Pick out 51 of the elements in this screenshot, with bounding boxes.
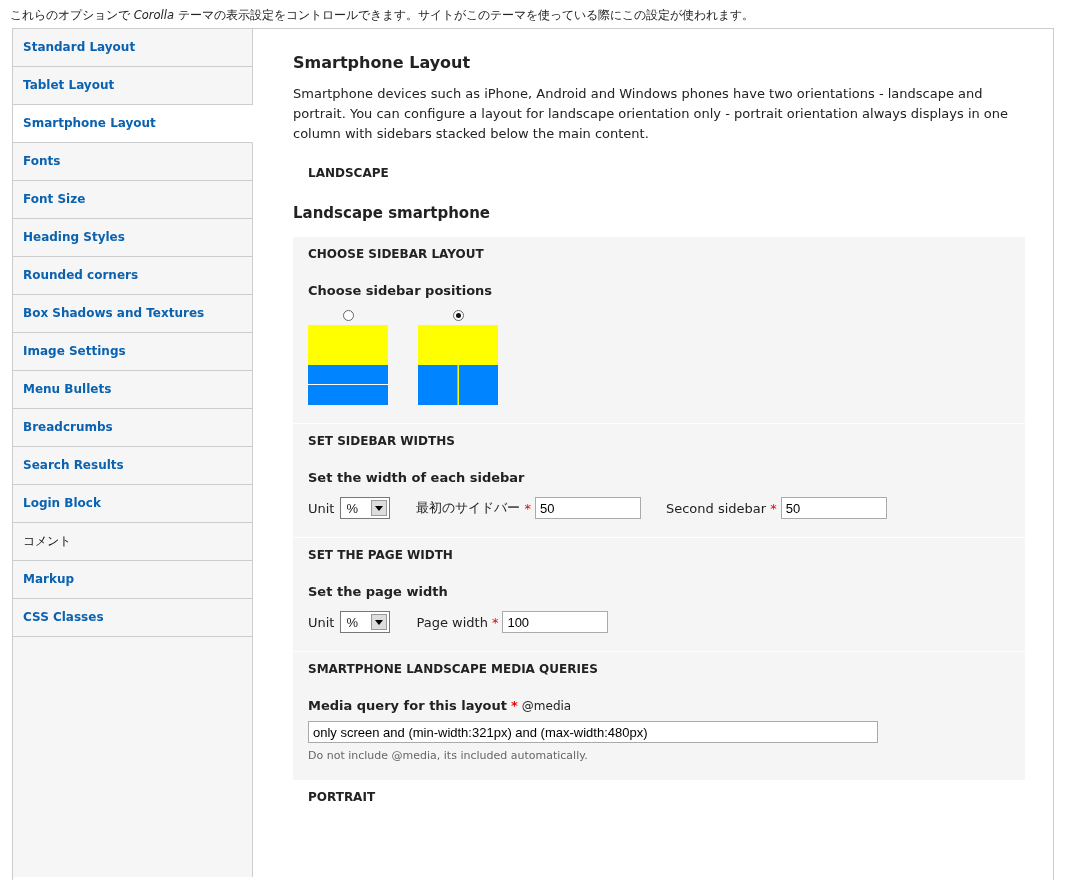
field-suffix: @media bbox=[521, 699, 572, 713]
required-mark: * bbox=[770, 500, 777, 516]
field-label: Media query for this layout bbox=[308, 698, 508, 713]
text-input[interactable]: 100 bbox=[502, 611, 609, 633]
field-label: Choose sidebar positions bbox=[308, 283, 494, 298]
section-heading: Landscape smartphone bbox=[293, 204, 491, 222]
section-legend: PORTRAIT bbox=[293, 790, 1025, 804]
fieldset-title: SET THE PAGE WIDTH bbox=[308, 548, 454, 562]
dropdown-arrow-icon bbox=[375, 505, 384, 511]
sidebar-tab[interactable]: Menu Bullets bbox=[13, 371, 253, 409]
required-mark: * bbox=[524, 500, 531, 516]
sidebar-tab[interactable]: Login Block bbox=[13, 485, 253, 523]
field-label: Second sidebar bbox=[665, 500, 767, 516]
text-input[interactable]: 50 bbox=[534, 497, 641, 519]
required-mark: * bbox=[491, 614, 499, 630]
sidebar-tab[interactable]: コメント bbox=[13, 523, 253, 561]
text-input[interactable]: 50 bbox=[780, 497, 887, 519]
intro-text: これらのオプションで Corolla テーマの表示設定をコントロールできます。サイトがこのテーマを使っている際にこの設定が使われます。 bbox=[9, 7, 755, 24]
help-text: Do not include @media, its included automatically. bbox=[308, 749, 589, 762]
field-label: Unit bbox=[308, 614, 335, 630]
sidebar-tab[interactable]: Tablet Layout bbox=[13, 67, 253, 105]
sidebar-tab[interactable]: Breadcrumbs bbox=[13, 409, 253, 447]
sidebar-tab[interactable]: Rounded corners bbox=[13, 257, 253, 295]
unit-select[interactable]: % bbox=[340, 497, 391, 519]
sidebar-tab[interactable]: Markup bbox=[13, 561, 253, 599]
page-title: Smartphone Layout bbox=[293, 53, 472, 72]
field-label: Page width bbox=[416, 614, 488, 630]
stacked-layout-drawing[interactable] bbox=[308, 325, 388, 405]
sidebar-tab[interactable]: Font Size bbox=[13, 181, 253, 219]
sidebar-tab[interactable]: Box Shadows and Textures bbox=[13, 295, 253, 333]
field-label: Set the page width bbox=[308, 584, 449, 599]
fieldset-title: SMARTPHONE LANDSCAPE MEDIA QUERIES bbox=[308, 662, 599, 676]
required-mark: * bbox=[511, 698, 518, 713]
radio-button[interactable] bbox=[342, 310, 354, 321]
sidebar-tab[interactable]: Heading Styles bbox=[13, 219, 253, 257]
dropdown-arrow-icon bbox=[375, 619, 384, 625]
radio-button[interactable] bbox=[452, 310, 464, 321]
fieldset-title: SET SIDEBAR WIDTHS bbox=[308, 434, 456, 448]
field-label: Unit bbox=[308, 500, 335, 516]
description-text: Smartphone devices such as iPhone, Android and Windows phones have two orientations - landscape and portrait. You can configure a layout for landscape orientation only - portrait orientation always displays in one column with sidebars stacked below the main content. bbox=[293, 85, 1010, 143]
sidebar-tab[interactable]: CSS Classes bbox=[13, 599, 253, 637]
section-legend: LANDSCAPE bbox=[293, 166, 1025, 180]
sidebar-tab[interactable]: Search Results bbox=[13, 447, 253, 485]
field-label: 最初のサイドバー bbox=[416, 499, 521, 517]
field-label: Set the width of each sidebar bbox=[308, 470, 526, 485]
text-input[interactable]: only screen and (min-width:321px) and (max-width:480px) bbox=[308, 721, 878, 743]
sidebar-tab[interactable]: Standard Layout bbox=[13, 29, 253, 67]
fieldset-title: CHOOSE SIDEBAR LAYOUT bbox=[308, 247, 485, 261]
unit-select[interactable]: % bbox=[340, 611, 391, 633]
sidebar-tab[interactable]: Image Settings bbox=[13, 333, 253, 371]
sidebar-tab[interactable]: Fonts bbox=[13, 143, 253, 181]
